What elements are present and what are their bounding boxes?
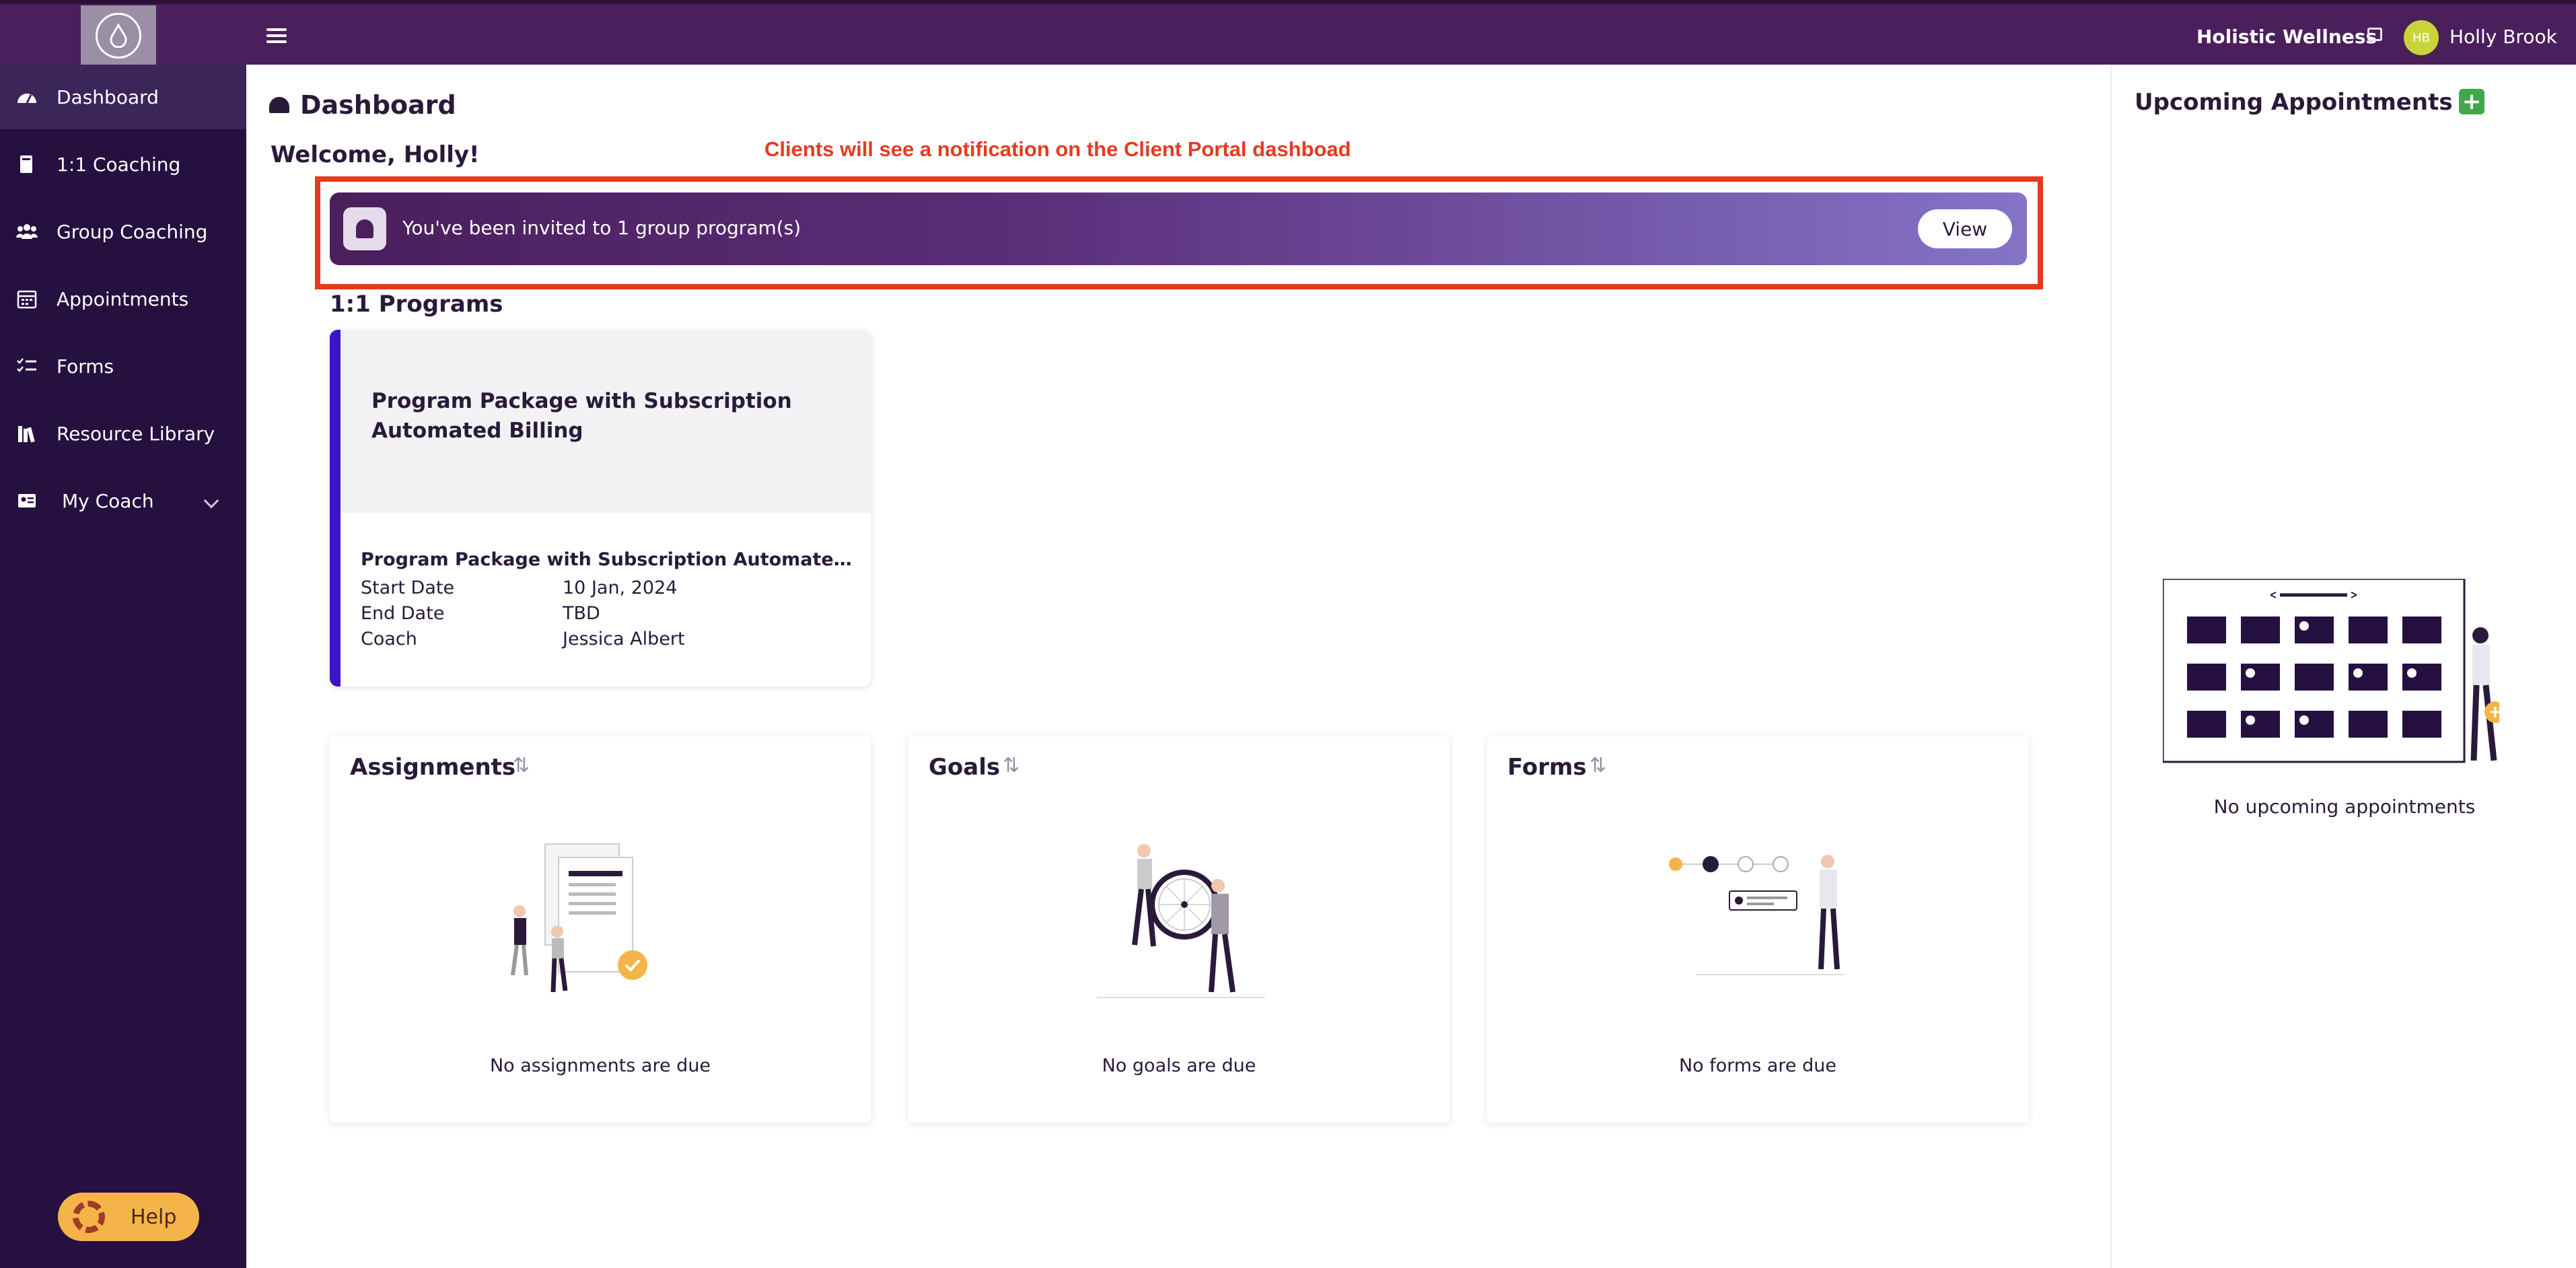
sidebar-item-label: Group Coaching <box>57 220 208 243</box>
page-title-text: Dashboard <box>300 90 456 120</box>
start-date-label: Start Date <box>361 577 455 598</box>
top-bar: Holistic Wellness HB Holly Brook <box>0 0 2576 66</box>
widget-title: Assignments <box>350 754 516 781</box>
sidebar-item-label: Appointments <box>57 287 189 310</box>
annotation-text: Clients will see a notification on the C… <box>764 137 1351 161</box>
bell-icon <box>343 207 386 250</box>
coach-value: Jessica Albert <box>563 629 685 649</box>
card-header: Program Package with Subscription Automa… <box>341 330 871 513</box>
coach-label: Coach <box>361 629 417 649</box>
goals-widget: Goals ⇅ No goals are due <box>908 736 1450 1123</box>
books-icon <box>18 426 35 443</box>
empty-message: No forms are due <box>1678 1055 1836 1076</box>
workspace-name[interactable]: Holistic Wellness <box>2196 26 2377 48</box>
sidebar-item-label: Forms <box>57 355 114 378</box>
briefcase-icon[interactable] <box>2367 28 2382 41</box>
calendar-illustration <box>2163 579 2499 763</box>
upcoming-title: Upcoming Appointments <box>2135 89 2453 116</box>
program-title: Program Package with Subscription Automa… <box>371 389 792 443</box>
menu-toggle-icon[interactable] <box>266 28 287 46</box>
start-date-value: 10 Jan, 2024 <box>563 577 678 598</box>
forms-widget: Forms ⇅ No forms are due <box>1487 736 2028 1123</box>
card-accent-bar <box>330 330 341 686</box>
empty-message: No upcoming appointments <box>2213 796 2476 818</box>
coach-card-icon <box>18 494 36 507</box>
widget-title: Forms <box>1507 754 1587 781</box>
help-label: Help <box>131 1205 177 1229</box>
goals-illustration <box>1097 844 1265 998</box>
end-date-value: TBD <box>563 603 600 624</box>
forms-illustration <box>1669 855 1844 975</box>
chevron-down-icon[interactable] <box>203 493 219 509</box>
group-invite-banner: You've been invited to 1 group program(s… <box>330 192 2027 265</box>
help-button[interactable]: Help <box>58 1193 199 1241</box>
welcome-heading: Welcome, Holly! <box>271 141 480 168</box>
page-title: Dashboard <box>269 90 456 120</box>
sidebar-item-my-coach[interactable]: My Coach <box>0 468 246 533</box>
empty-message: No goals are due <box>1102 1055 1256 1076</box>
sidebar: Dashboard 1:1 Coaching Group Coaching Ap… <box>0 65 246 1268</box>
sidebar-item-dashboard[interactable]: Dashboard <box>0 65 246 129</box>
sidebar-item-label: My Coach <box>62 489 154 512</box>
upcoming-appointments-panel: Upcoming Appointments + No upcoming appo… <box>2110 65 2576 1268</box>
gauge-icon <box>17 94 36 104</box>
sidebar-item-1-1-coaching[interactable]: 1:1 Coaching <box>0 132 246 197</box>
sidebar-item-resource-library[interactable]: Resource Library <box>0 401 246 466</box>
sort-icon[interactable]: ⇅ <box>1589 754 1606 777</box>
gauge-icon <box>269 97 289 113</box>
book-icon <box>20 155 32 173</box>
user-name[interactable]: Holly Brook <box>2449 26 2557 48</box>
widget-title: Goals <box>929 754 1001 781</box>
app-logo[interactable] <box>81 5 156 66</box>
logo-drop-icon <box>96 13 141 59</box>
sidebar-item-label: 1:1 Coaching <box>57 153 181 176</box>
users-icon <box>16 224 38 239</box>
sidebar-item-appointments[interactable]: Appointments <box>0 267 246 331</box>
programs-heading: 1:1 Programs <box>330 291 503 318</box>
sidebar-item-group-coaching[interactable]: Group Coaching <box>0 199 246 264</box>
lifebuoy-icon <box>73 1201 105 1233</box>
sidebar-item-label: Resource Library <box>57 422 215 445</box>
program-card[interactable]: Program Package with Subscription Automa… <box>330 330 871 686</box>
empty-message: No assignments are due <box>489 1055 711 1076</box>
calendar-icon <box>17 290 37 309</box>
sidebar-item-label: Dashboard <box>57 85 159 108</box>
avatar[interactable]: HB <box>2404 20 2439 55</box>
banner-text: You've been invited to 1 group program(s… <box>402 217 801 239</box>
end-date-label: End Date <box>361 603 445 624</box>
checklist-icon <box>17 358 36 372</box>
assignments-illustration <box>511 843 647 993</box>
add-appointment-button[interactable]: + <box>2459 89 2484 114</box>
sort-icon[interactable]: ⇅ <box>1003 754 1019 777</box>
sidebar-item-forms[interactable]: Forms <box>0 334 246 398</box>
assignments-widget: Assignments ⇅ No assignments are due <box>330 736 871 1123</box>
sort-icon[interactable]: ⇅ <box>513 754 530 777</box>
program-subtitle: Program Package with Subscription Automa… <box>361 549 852 570</box>
view-button[interactable]: View <box>1918 209 2012 248</box>
